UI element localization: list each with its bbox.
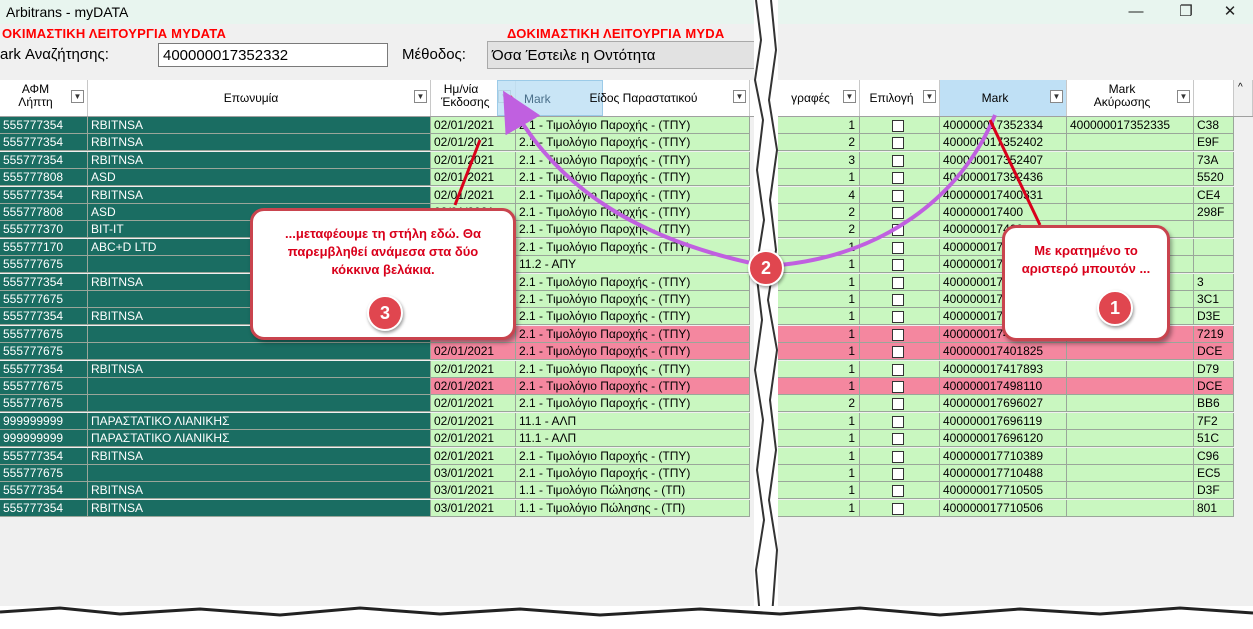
app-window: Arbitrans - myDATA — ❐ ✕ ΟΚΙΜΑΣΤΙΚΗ ΛΕΙΤ…: [0, 0, 1253, 629]
step-2-badge: 2: [748, 250, 784, 286]
step-1-badge: 1: [1097, 290, 1133, 326]
step-3-badge: 3: [367, 295, 403, 331]
callout-step-1: Με κρατημένο το αριστερό μπουτόν ...: [1002, 225, 1170, 341]
